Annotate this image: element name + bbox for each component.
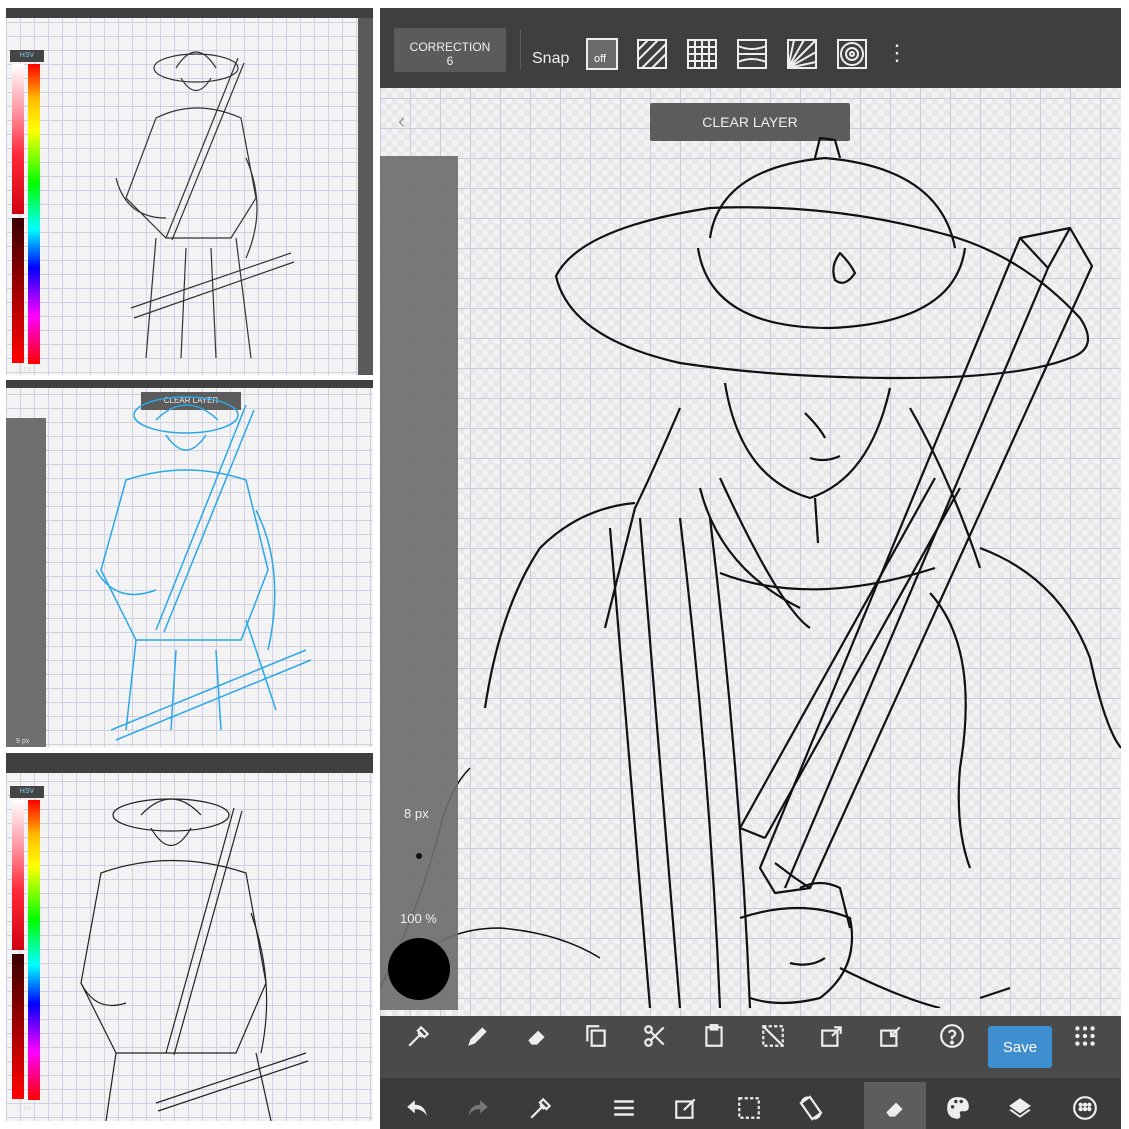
sketch-panel-bottom: HSV 2 px bbox=[6, 753, 373, 1121]
more-circle-icon[interactable] bbox=[1065, 1088, 1105, 1128]
eraser-icon[interactable] bbox=[875, 1088, 915, 1128]
main-canvas-panel: CORRECTION 6 Snap off ⋮ ‹ CLEAR LAYER 8 … bbox=[380, 8, 1121, 1129]
cut-icon[interactable] bbox=[635, 1016, 675, 1056]
paste-icon[interactable] bbox=[694, 1016, 734, 1056]
copy-icon[interactable] bbox=[576, 1016, 616, 1056]
character-lineart bbox=[380, 136, 1121, 1008]
layers-icon[interactable] bbox=[1000, 1088, 1040, 1128]
palette-icon[interactable] bbox=[938, 1088, 978, 1128]
pen-icon[interactable] bbox=[458, 1016, 498, 1056]
character-sketch-rough bbox=[115, 51, 295, 359]
sketch-panel-top: HSV 6 px bbox=[6, 8, 373, 375]
help-icon[interactable] bbox=[932, 1016, 972, 1056]
slider-handle[interactable] bbox=[416, 853, 422, 859]
undo-icon[interactable] bbox=[397, 1088, 437, 1128]
bottom-toolbar-secondary bbox=[380, 1078, 1121, 1129]
character-lineart-small bbox=[80, 798, 309, 1121]
eraser-icon[interactable] bbox=[517, 1016, 557, 1056]
import-icon[interactable] bbox=[871, 1016, 911, 1056]
export-icon[interactable] bbox=[812, 1016, 852, 1056]
save-button[interactable]: Save bbox=[988, 1026, 1052, 1068]
bottom-toolbar-primary: Save bbox=[380, 1016, 1121, 1078]
brush-opacity-label: 100 % bbox=[400, 911, 437, 926]
deselect-icon[interactable] bbox=[753, 1016, 793, 1056]
selection-icon[interactable] bbox=[729, 1088, 769, 1128]
rotate-icon[interactable] bbox=[791, 1088, 831, 1128]
redo-icon[interactable] bbox=[458, 1088, 498, 1128]
menu-icon[interactable] bbox=[604, 1088, 644, 1128]
current-color-swatch[interactable] bbox=[388, 938, 450, 1000]
edit-icon[interactable] bbox=[666, 1088, 706, 1128]
eyedropper-icon[interactable] bbox=[399, 1016, 439, 1056]
brush-size-slider[interactable] bbox=[380, 156, 458, 1010]
eyedropper-icon[interactable] bbox=[521, 1088, 561, 1128]
character-sketch-blue bbox=[95, 396, 312, 741]
sketch-panel-middle: CLEAR LAYER 9 px bbox=[6, 380, 373, 747]
grid-menu-icon[interactable] bbox=[1065, 1016, 1105, 1056]
brush-size-label: 8 px bbox=[404, 806, 429, 821]
